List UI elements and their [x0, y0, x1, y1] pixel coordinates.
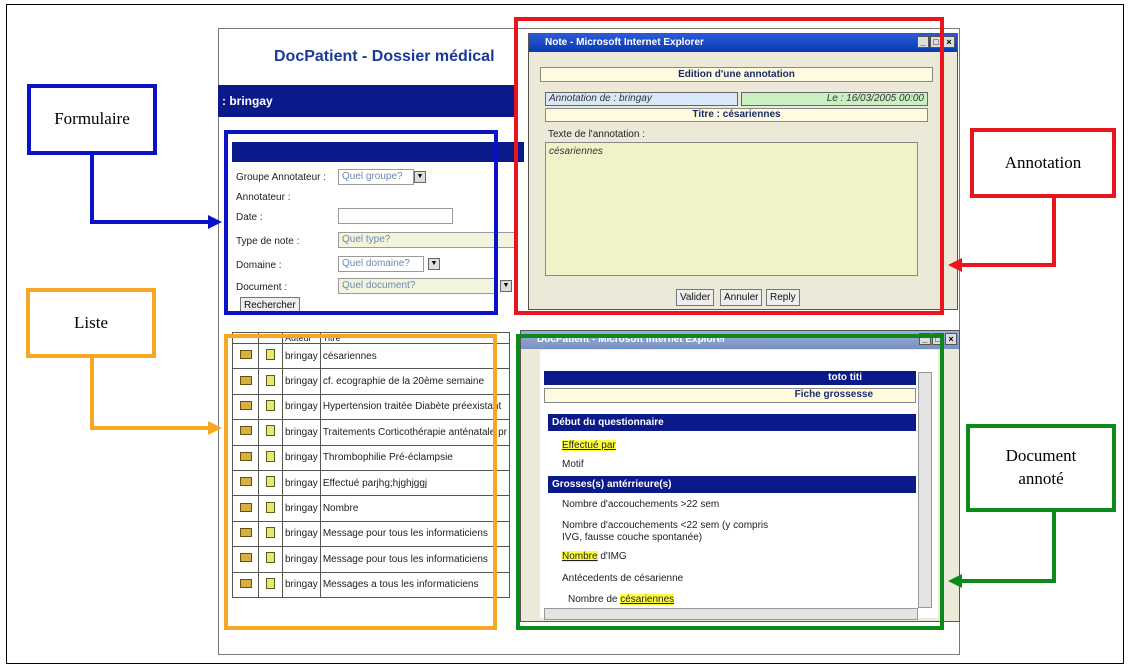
liste-arrow — [90, 358, 212, 430]
liste-callout: Liste — [26, 288, 156, 358]
formulaire-arrow — [90, 154, 212, 224]
formulaire-arrowhead — [208, 215, 222, 229]
document-arrowhead — [948, 574, 962, 588]
document-callout: Document annoté — [966, 424, 1116, 512]
document-arrow — [958, 512, 1056, 583]
connector-arrows — [90, 154, 1056, 588]
liste-arrowhead — [208, 421, 222, 435]
document-callout-line1: Document — [1005, 446, 1077, 466]
annotation-arrowhead — [948, 258, 962, 272]
formulaire-callout: Formulaire — [27, 84, 157, 155]
annotation-arrow — [958, 198, 1056, 267]
document-callout-line2: annoté — [1018, 469, 1064, 488]
annotation-callout: Annotation — [970, 128, 1116, 198]
